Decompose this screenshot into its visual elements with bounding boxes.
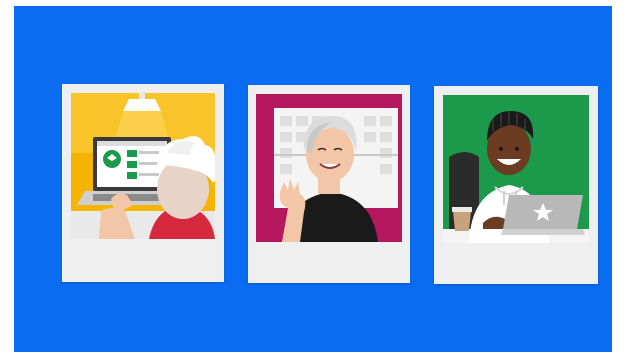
waving-woman-scene	[256, 94, 402, 242]
polaroid-photo-3	[434, 86, 598, 284]
polaroid-photo-2	[248, 85, 410, 283]
canvas	[0, 0, 626, 354]
illustration-stage	[14, 6, 612, 352]
person-at-laptop-scene	[71, 93, 215, 239]
smiling-man-laptop-scene	[443, 95, 589, 243]
polaroid-photo-1	[62, 84, 224, 282]
